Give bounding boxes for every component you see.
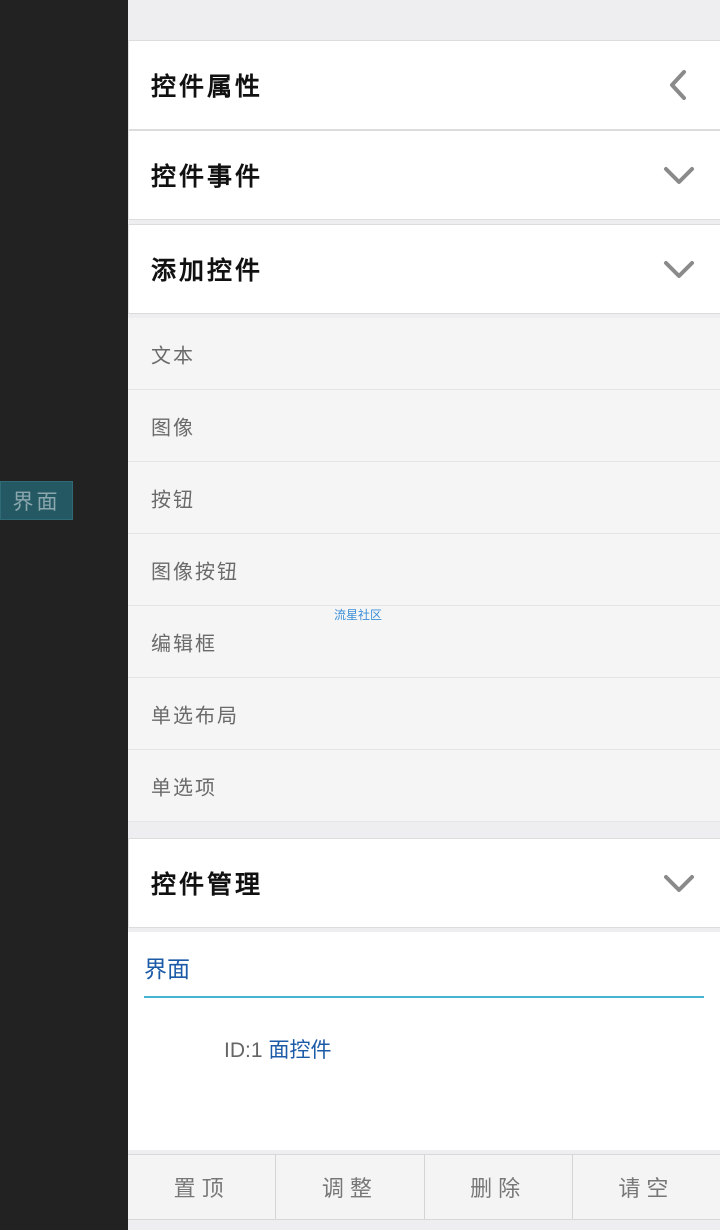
tree-divider [144, 996, 704, 998]
interface-tab[interactable]: 界面 [0, 481, 73, 520]
watermark-text: 流星社区 [334, 608, 383, 622]
chevron-down-icon [664, 875, 694, 892]
list-item-text[interactable]: 文本 [128, 318, 720, 390]
section-title: 控件管理 [151, 870, 264, 899]
pin-top-button[interactable]: 置顶 [128, 1155, 277, 1219]
section-header-manage[interactable]: 控件管理 [128, 838, 720, 928]
section-header-add-control[interactable]: 添加控件 [128, 224, 720, 314]
list-item-edit-box[interactable]: 编辑框 [128, 606, 720, 678]
chevron-down-icon [664, 261, 694, 278]
list-item-label: 图像 [151, 415, 195, 439]
chevron-left-icon [670, 70, 686, 100]
adjust-button[interactable]: 调整 [276, 1155, 425, 1219]
section-header-properties[interactable]: 控件属性 [128, 40, 720, 130]
section-title: 控件事件 [151, 162, 264, 191]
list-item-radio-option[interactable]: 单选项 [128, 750, 720, 822]
section-title: 控件属性 [151, 72, 264, 101]
action-bar: 置顶 调整 删除 请空 [128, 1154, 720, 1220]
delete-button[interactable]: 删除 [424, 1155, 573, 1219]
clear-button[interactable]: 请空 [572, 1155, 720, 1219]
list-item-label: 单选布局 [151, 703, 239, 727]
list-item-label: 文本 [151, 343, 195, 367]
list-item-label: 图像按钮 [151, 559, 239, 583]
node-id: ID:1 [224, 1039, 263, 1062]
control-tree: 界面 ID:1 面控件 [128, 932, 720, 1150]
list-item-label: 按钮 [151, 487, 195, 511]
chevron-down-icon [664, 167, 694, 184]
tree-root[interactable]: 界面 [144, 950, 190, 984]
list-item-radio-layout[interactable]: 单选布局 [128, 678, 720, 750]
list-item-label: 编辑框 [151, 631, 217, 655]
control-panel: 控件属性 控件事件 添加控件 文本 图像 按钮 图像按钮 编辑框 单选布局 单选… [128, 0, 720, 1230]
list-item-button[interactable]: 按钮 [128, 462, 720, 534]
section-title: 添加控件 [151, 256, 264, 285]
list-item-image-button[interactable]: 图像按钮 [128, 534, 720, 606]
control-type-list: 文本 图像 按钮 图像按钮 编辑框 单选布局 单选项 [128, 318, 720, 822]
section-header-events[interactable]: 控件事件 [128, 130, 720, 220]
tree-node[interactable]: ID:1 面控件 [224, 1034, 332, 1064]
node-name: 面控件 [268, 1039, 332, 1062]
list-item-label: 单选项 [151, 775, 217, 799]
left-sidebar [0, 0, 128, 1230]
list-item-image[interactable]: 图像 [128, 390, 720, 462]
